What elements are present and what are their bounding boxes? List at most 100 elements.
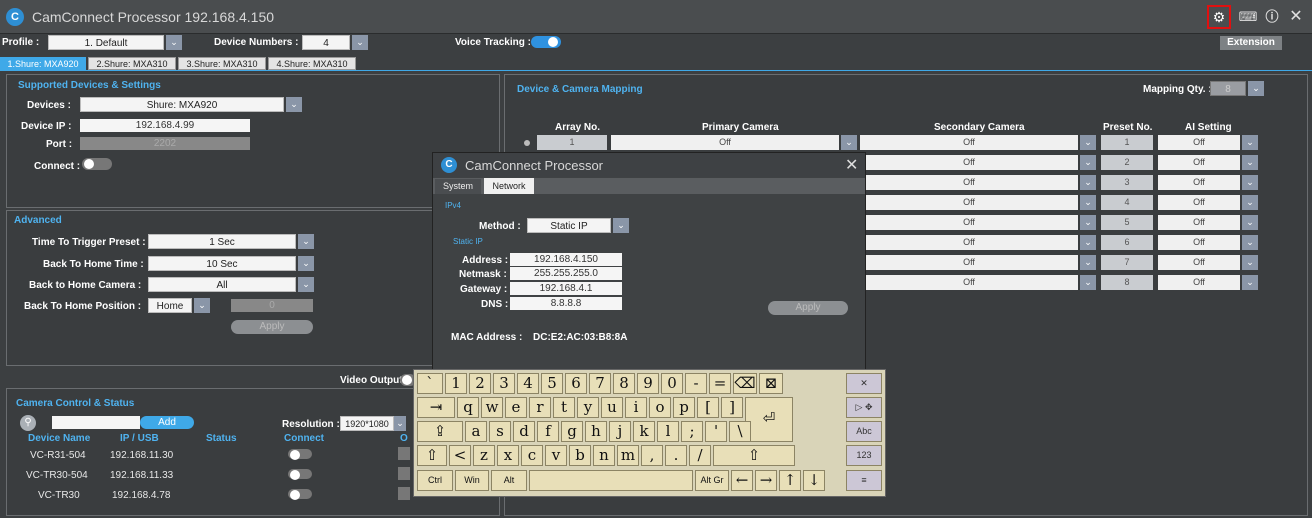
key[interactable]: 3 bbox=[493, 373, 515, 394]
keyboard-icon[interactable]: ⌨ bbox=[1238, 8, 1258, 26]
preset-no-field[interactable]: 5 bbox=[1101, 215, 1153, 230]
arrow-key[interactable]: ↓ bbox=[803, 470, 825, 491]
chevron-down-icon[interactable]: ⌄ bbox=[1242, 195, 1258, 210]
info-icon[interactable]: ⓘ bbox=[1262, 8, 1282, 26]
ai-setting-select[interactable]: Off bbox=[1158, 155, 1240, 170]
chevron-down-icon[interactable]: ⌄ bbox=[841, 135, 857, 150]
camera-output-box[interactable] bbox=[398, 447, 410, 460]
key[interactable]: y bbox=[577, 397, 599, 418]
chevron-down-icon[interactable]: ⌄ bbox=[1080, 195, 1096, 210]
key[interactable]: 6 bbox=[565, 373, 587, 394]
key[interactable]: < bbox=[449, 445, 471, 466]
key[interactable]: n bbox=[593, 445, 615, 466]
secondary-camera-select[interactable]: Off bbox=[860, 255, 1078, 270]
chevron-down-icon[interactable]: ⌄ bbox=[394, 416, 406, 431]
home-position-select[interactable]: Home bbox=[148, 298, 192, 313]
chevron-down-icon[interactable]: ⌄ bbox=[298, 234, 314, 249]
gateway-field[interactable]: 192.168.4.1 bbox=[510, 282, 622, 295]
key[interactable]: 5 bbox=[541, 373, 563, 394]
key[interactable]: o bbox=[649, 397, 671, 418]
key[interactable]: m bbox=[617, 445, 639, 466]
ai-setting-select[interactable]: Off bbox=[1158, 275, 1240, 290]
arrow-key[interactable]: → bbox=[755, 470, 777, 491]
camera-search-input[interactable] bbox=[52, 416, 140, 429]
key[interactable]: \ bbox=[729, 421, 751, 442]
key[interactable]: ' bbox=[705, 421, 727, 442]
ai-setting-select[interactable]: Off bbox=[1158, 175, 1240, 190]
key[interactable]: h bbox=[585, 421, 607, 442]
key[interactable]: 1 bbox=[445, 373, 467, 394]
secondary-camera-select[interactable]: Off bbox=[860, 275, 1078, 290]
key[interactable]: . bbox=[665, 445, 687, 466]
key[interactable]: ⇧ bbox=[713, 445, 795, 466]
camera-connect-toggle[interactable] bbox=[288, 469, 312, 480]
ai-setting-select[interactable]: Off bbox=[1158, 255, 1240, 270]
dns-field[interactable]: 8.8.8.8 bbox=[510, 297, 622, 310]
mapping-qty-select[interactable]: 8 bbox=[1210, 81, 1246, 96]
key[interactable]: b bbox=[569, 445, 591, 466]
camera-output-box[interactable] bbox=[398, 467, 410, 480]
key[interactable]: , bbox=[641, 445, 663, 466]
trigger-preset-select[interactable]: 1 Sec bbox=[148, 234, 296, 249]
win-key[interactable]: Win bbox=[455, 470, 489, 491]
camera-output-box[interactable] bbox=[398, 487, 410, 500]
key[interactable]: q bbox=[457, 397, 479, 418]
preset-no-field[interactable]: 4 bbox=[1101, 195, 1153, 210]
key[interactable]: t bbox=[553, 397, 575, 418]
key[interactable]: v bbox=[545, 445, 567, 466]
alt-gr-key[interactable]: Alt Gr bbox=[695, 470, 729, 491]
network-apply-button[interactable]: Apply bbox=[768, 301, 848, 315]
wrench-icon[interactable]: ⚙ bbox=[1207, 5, 1231, 29]
netmask-field[interactable]: 255.255.255.0 bbox=[510, 267, 622, 280]
key[interactable]: ⇪ bbox=[417, 421, 463, 442]
secondary-camera-select[interactable]: Off bbox=[860, 175, 1078, 190]
secondary-camera-select[interactable]: Off bbox=[860, 215, 1078, 230]
devices-select[interactable]: Shure: MXA920 bbox=[80, 97, 284, 112]
voice-tracking-toggle[interactable] bbox=[531, 36, 561, 48]
key[interactable]: w bbox=[481, 397, 503, 418]
key[interactable]: ; bbox=[681, 421, 703, 442]
ai-setting-select[interactable]: Off bbox=[1158, 135, 1240, 150]
key[interactable]: c bbox=[521, 445, 543, 466]
tab-network[interactable]: Network bbox=[484, 178, 534, 194]
key[interactable]: x bbox=[497, 445, 519, 466]
key[interactable]: p bbox=[673, 397, 695, 418]
chevron-down-icon[interactable]: ⌄ bbox=[1242, 215, 1258, 230]
chevron-down-icon[interactable]: ⌄ bbox=[1242, 175, 1258, 190]
ctrl-key[interactable]: Ctrl bbox=[417, 470, 453, 491]
chevron-down-icon[interactable]: ⌄ bbox=[194, 298, 210, 313]
ai-setting-select[interactable]: Off bbox=[1158, 195, 1240, 210]
key[interactable]: k bbox=[633, 421, 655, 442]
secondary-camera-select[interactable]: Off bbox=[860, 135, 1078, 150]
chevron-down-icon[interactable]: ⌄ bbox=[1080, 275, 1096, 290]
key[interactable]: ⊠ bbox=[759, 373, 783, 394]
key[interactable]: = bbox=[709, 373, 731, 394]
chevron-down-icon[interactable]: ⌄ bbox=[1080, 135, 1096, 150]
resolution-select[interactable]: 1920*1080 bbox=[340, 416, 394, 431]
primary-camera-select[interactable]: Off bbox=[611, 135, 839, 150]
chevron-down-icon[interactable]: ⌄ bbox=[1248, 81, 1264, 96]
key[interactable]: e bbox=[505, 397, 527, 418]
ai-setting-select[interactable]: Off bbox=[1158, 235, 1240, 250]
keyboard-side-key[interactable]: Abc bbox=[846, 421, 882, 442]
key[interactable]: 0 bbox=[661, 373, 683, 394]
preset-no-field[interactable]: 6 bbox=[1101, 235, 1153, 250]
key[interactable]: 4 bbox=[517, 373, 539, 394]
preset-no-field[interactable]: 2 bbox=[1101, 155, 1153, 170]
chevron-down-icon[interactable]: ⌄ bbox=[1080, 235, 1096, 250]
camera-connect-toggle[interactable] bbox=[288, 449, 312, 460]
chevron-down-icon[interactable]: ⌄ bbox=[166, 35, 182, 50]
key[interactable]: ] bbox=[721, 397, 743, 418]
ai-setting-select[interactable]: Off bbox=[1158, 215, 1240, 230]
tab-device-4[interactable]: 4.Shure: MXA310 bbox=[268, 57, 356, 70]
chevron-down-icon[interactable]: ⌄ bbox=[1242, 235, 1258, 250]
key[interactable]: g bbox=[561, 421, 583, 442]
chevron-down-icon[interactable]: ⌄ bbox=[352, 35, 368, 50]
camera-connect-toggle[interactable] bbox=[288, 489, 312, 500]
key[interactable]: [ bbox=[697, 397, 719, 418]
dialog-close-icon[interactable]: ✕ bbox=[845, 155, 858, 175]
key[interactable]: ` bbox=[417, 373, 443, 394]
key[interactable]: u bbox=[601, 397, 623, 418]
key[interactable]: a bbox=[465, 421, 487, 442]
key[interactable]: z bbox=[473, 445, 495, 466]
